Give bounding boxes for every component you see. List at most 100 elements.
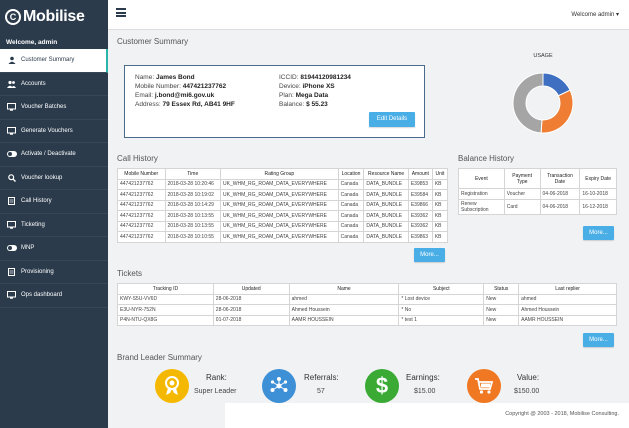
table-cell: 2018-03-28 10:10:55: [164, 231, 222, 243]
edit-details-button[interactable]: Edit Details: [369, 112, 415, 127]
call-history-more-button[interactable]: More...: [414, 248, 445, 262]
monitor-icon: [6, 291, 17, 299]
user-menu[interactable]: Welcome admin ▾: [571, 11, 619, 18]
cart-icon: [467, 369, 501, 403]
table-cell: E39584: [407, 189, 433, 201]
table-cell: New: [483, 293, 520, 305]
table-cell: ahmed: [288, 293, 400, 305]
balance-history-more-button[interactable]: More...: [583, 226, 614, 240]
usage-donut: [512, 72, 574, 134]
table-cell: 447421237762: [117, 210, 166, 222]
table-header-row: Mobile Number Time Rating Group Location Res…: [117, 168, 449, 180]
column-header: Resource Name: [363, 168, 409, 180]
balance-history-title: Balance History: [458, 154, 515, 163]
table-cell: UK_WHM_RG_ROAM_DATA_EVERYWHERE: [220, 231, 339, 243]
toggle-icon: [6, 151, 17, 158]
table-row[interactable]: 447421237762 2018-03-28 10:10:55 UK_WHM_RG…: [117, 231, 449, 243]
table-cell: * No: [398, 304, 485, 316]
sidebar: C Mobilise Welcome, admin Customer Summa…: [0, 0, 108, 428]
call-history-title: Call History: [117, 154, 158, 163]
customer-name: James Bond: [155, 74, 195, 81]
table-row[interactable]: KWY-S5U-VV6D 28-06-2018 ahmed * Lost device…: [117, 293, 617, 305]
search-icon: [6, 173, 17, 182]
table-cell: UK_WHM_RG_ROAM_DATA_EVERYWHERE: [220, 178, 339, 190]
sidebar-item-voucher-batches[interactable]: Voucher Batches: [0, 96, 108, 120]
tickets-more-button[interactable]: More...: [583, 333, 614, 347]
column-header: Last replier: [518, 283, 617, 295]
table-cell: KB: [431, 199, 449, 211]
document-icon: [6, 197, 17, 206]
table-cell: 28-06-2018: [212, 304, 290, 316]
table-cell: E39853: [407, 178, 433, 190]
customer-device: iPhone XS: [302, 83, 335, 90]
table-cell: Voucher: [503, 188, 541, 200]
table-row[interactable]: P4N-NTU-QX8G 01-07-2018 AAMR HOUSSEIN * tes…: [117, 314, 617, 326]
customer-mobile-row: Mobile Number: 447421237762: [135, 83, 227, 90]
table-cell: Canada: [337, 189, 365, 201]
customer-device-row: Device: iPhone XS: [279, 83, 335, 90]
toggle-icon: [6, 245, 17, 252]
table-cell: Canada: [337, 220, 365, 232]
table-row[interactable]: 447421237762 2018-03-28 10:19:02 UK_WHM_RG…: [117, 189, 449, 201]
table-row[interactable]: 447421237762 2018-03-28 10:14:29 UK_WHM_RG…: [117, 199, 449, 211]
table-cell: KB: [431, 210, 449, 222]
table-cell: UK_WHM_RG_ROAM_DATA_EVERYWHERE: [220, 189, 339, 201]
table-cell: E3U-NYR-752N: [117, 304, 214, 316]
sidebar-item-label: Provisioning: [21, 268, 54, 275]
menu-icon[interactable]: [116, 8, 126, 17]
sidebar-item-ops-dashboard[interactable]: Ops dashboard: [0, 284, 108, 308]
sidebar-item-provisioning[interactable]: Provisioning: [0, 261, 108, 284]
sidebar-item-mnp[interactable]: MNP: [0, 237, 108, 261]
sidebar-welcome: Welcome, admin: [6, 39, 58, 46]
table-cell: AAMR HOUSSEIN: [518, 314, 617, 326]
sidebar-item-ticketing[interactable]: Ticketing: [0, 214, 108, 237]
customer-address: 79 Essex Rd, AB41 9HF: [162, 101, 235, 108]
sidebar-item-accounts[interactable]: Accounts: [0, 73, 108, 96]
table-cell: ahmed: [518, 293, 617, 305]
sidebar-item-activate-deactivate[interactable]: Activate / Deactivate: [0, 143, 108, 167]
column-header: Tracking ID: [117, 283, 214, 295]
sidebar-item-customer-summary[interactable]: Customer Summary: [0, 49, 108, 73]
table-row[interactable]: 447421237762 2018-03-28 10:13:55 UK_WHM_RG…: [117, 220, 449, 232]
earnings-value: $15.00: [414, 388, 436, 395]
brand-leader-title: Brand Leader Summary: [117, 353, 202, 362]
table-cell: KWY-S5U-VV6D: [117, 293, 214, 305]
rank-value: Super Leader: [194, 388, 237, 395]
column-header: Subject: [398, 283, 485, 295]
table-row[interactable]: 447421237762 2018-03-28 10:13:55 UK_WHM_RG…: [117, 210, 449, 222]
usage-segment: [512, 72, 544, 134]
customer-summary-title: Customer Summary: [117, 37, 189, 46]
document-icon: [6, 267, 17, 276]
tickets-title: Tickets: [117, 269, 143, 278]
table-cell: Canada: [337, 199, 365, 211]
call-history-table: Mobile Number Time Rating Group Location Res…: [117, 168, 449, 243]
table-cell: 447421237762: [117, 178, 166, 190]
table-row[interactable]: E3U-NYR-752N 28-06-2018 Ahmed Houssein * No…: [117, 304, 617, 316]
table-cell: DATA_BUNDLE: [363, 220, 409, 232]
table-cell: 447421237762: [117, 231, 166, 243]
table-cell: 2018-03-28 10:14:29: [164, 199, 222, 211]
table-cell: E39866: [407, 199, 433, 211]
users-icon: [6, 80, 17, 88]
customer-balance: $ 55.23: [306, 101, 328, 108]
sidebar-item-generate-vouchers[interactable]: Generate Vouchers: [0, 120, 108, 143]
table-cell: DATA_BUNDLE: [363, 199, 409, 211]
table-row[interactable]: Registration Voucher 04-06-2018 16-10-2018: [458, 188, 617, 200]
sidebar-item-label: Voucher Batches: [21, 104, 67, 111]
usage-chart: USAGE: [501, 53, 585, 143]
table-cell: Ahmed Houssein: [288, 304, 400, 316]
table-row[interactable]: 447421237762 2018-03-28 10:20:46 UK_WHM_RG…: [117, 178, 449, 190]
table-row[interactable]: Renew Subscription Card 04-06-2018 16-12-20…: [458, 198, 617, 215]
table-cell: Canada: [337, 231, 365, 243]
table-cell: KB: [431, 231, 449, 243]
table-cell: 04-06-2018: [539, 188, 581, 200]
sidebar-item-label: Call History: [21, 198, 52, 205]
logo[interactable]: C Mobilise: [0, 0, 108, 33]
table-cell: * test 1: [398, 314, 485, 326]
customer-email: j.bond@mi6.gov.uk: [154, 92, 215, 99]
usage-segment: [540, 89, 574, 134]
sidebar-item-call-history[interactable]: Call History: [0, 190, 108, 214]
sidebar-item-label: Generate Vouchers: [21, 127, 73, 134]
usage-label: USAGE: [533, 53, 553, 59]
sidebar-item-voucher-lookup[interactable]: Voucher lookup: [0, 167, 108, 190]
